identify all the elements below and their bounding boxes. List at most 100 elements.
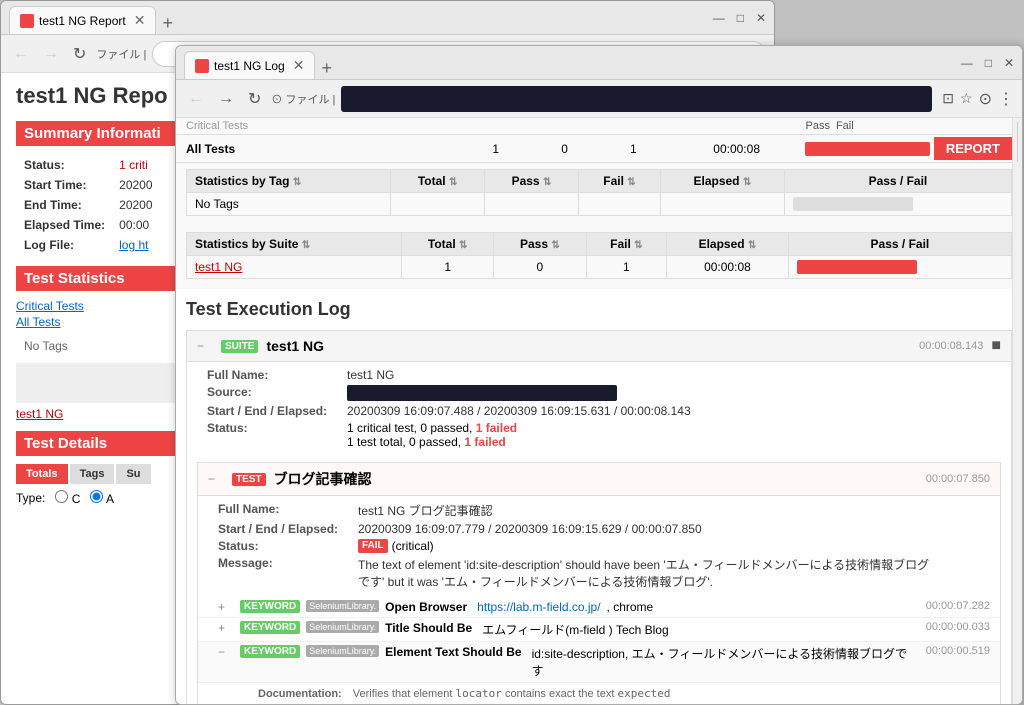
doc-label: Documentation: (258, 688, 342, 700)
source-row: Source: (207, 385, 1001, 401)
back-btn[interactable]: ← (9, 43, 33, 65)
win-controls-front: — □ ✕ (961, 56, 1014, 70)
log-file-label: Log File: (18, 236, 111, 254)
pass-label-header: Pass (805, 120, 829, 132)
suite-badge: SUITE (221, 340, 258, 353)
start-label: Start Time: (18, 176, 111, 194)
front-new-tab-btn[interactable]: + (321, 58, 332, 79)
nt-pf (784, 193, 1011, 216)
front-forward-btn[interactable]: → (214, 88, 238, 110)
test-full-name-value: test1 NG ブログ記事確認 (358, 502, 493, 519)
at-pf-bar (805, 142, 929, 156)
back-tab-title: test1 NG Report (39, 14, 126, 28)
suite-time: 00:00:08.143 (919, 340, 983, 352)
kw1-expand[interactable]: + (218, 621, 234, 635)
close-btn-back[interactable]: ✕ (756, 11, 766, 25)
back-tab-close[interactable]: ✕ (134, 12, 146, 29)
suite-link[interactable]: test1 NG (195, 260, 242, 274)
suite-pf-bar (797, 260, 917, 274)
kw0-expand[interactable]: + (218, 600, 234, 614)
maximize-btn-front[interactable]: □ (985, 56, 992, 70)
stats-by-tag-section: Statistics by Tag ⇅ Total ⇅ Pass ⇅ Fail … (176, 163, 1022, 226)
kw1-args: エムフィールド(m-field ) Tech Blog (482, 621, 668, 638)
test-status-row: Status: FAIL (critical) (218, 539, 990, 553)
front-tab-icon (195, 59, 209, 73)
minimize-btn-back[interactable]: — (713, 11, 725, 25)
url-bar-front[interactable] (341, 86, 932, 112)
tag-col-header: Statistics by Tag ⇅ (187, 170, 391, 193)
forward-btn[interactable]: → (39, 43, 63, 65)
nt-fail (579, 193, 661, 216)
front-title-bar: test1 NG Log ✕ + — □ ✕ (176, 46, 1022, 80)
suite-collapse-btn[interactable]: − (197, 339, 213, 353)
suites-tab[interactable]: Su (116, 464, 150, 484)
start-value: 20200 (113, 176, 158, 194)
front-tab[interactable]: test1 NG Log ✕ (184, 51, 315, 79)
suite-status-label: Status: (207, 421, 347, 449)
test-collapse-btn[interactable]: − (208, 472, 224, 486)
maximize-btn-back[interactable]: □ (737, 11, 744, 25)
menu-icon[interactable]: ⋮ (998, 89, 1014, 109)
suite-total-header: Total ⇅ (402, 233, 494, 256)
close-btn-front[interactable]: ✕ (1004, 56, 1014, 70)
nt-elapsed (660, 193, 784, 216)
kw2-expand[interactable]: − (218, 645, 234, 659)
type-critical-radio[interactable]: C (55, 490, 80, 506)
elapsed-label: Elapsed Time: (18, 216, 111, 234)
test-full-name-label: Full Name: (218, 502, 358, 519)
doc-code-locator: locator (456, 687, 502, 700)
suite-pass-header: Pass ⇅ (494, 233, 586, 256)
critical-tests-row: Critical Tests Pass Fail (176, 118, 1022, 135)
suite-block: − SUITE test1 NG 00:00:08.143 ■ Full Nam… (186, 330, 1012, 704)
front-refresh-btn[interactable]: ↻ (244, 87, 265, 111)
type-all-radio[interactable]: A (90, 490, 114, 506)
no-tags-cell: No Tags (187, 193, 391, 216)
kw1-name: Title Should Be (385, 621, 472, 635)
full-name-row: Full Name: test1 NG (207, 368, 1001, 382)
tag-elapsed-header: Elapsed ⇅ (660, 170, 784, 193)
report-button[interactable]: REPORT (934, 137, 1012, 160)
log-section: Test Execution Log − SUITE test1 NG 00:0… (176, 289, 1022, 704)
test-badge: TEST (232, 473, 266, 486)
scrollbar-thumb[interactable] (1017, 122, 1018, 162)
all-tests-label: All Tests (186, 142, 461, 156)
cast-icon[interactable]: ⊡ (942, 90, 954, 107)
front-back-btn[interactable]: ← (184, 88, 208, 110)
test-message-text: The text of element 'id:site-description… (358, 556, 938, 590)
tags-tab[interactable]: Tags (70, 464, 115, 484)
test-full-name-row: Full Name: test1 NG ブログ記事確認 (218, 502, 990, 519)
test-message-row: Message: The text of element 'id:site-de… (218, 556, 990, 590)
all-tests-summary-row: All Tests 1 0 1 00:00:08 REPORT (176, 135, 1022, 163)
suite-pass-cell: 0 (494, 256, 586, 279)
kw2-args: id:site-description, エム・フィールドメンバーによる技術情報… (532, 645, 912, 679)
new-tab-btn[interactable]: + (162, 13, 173, 34)
suite-pf-fail (797, 260, 917, 274)
test-header: − TEST ブログ記事確認 00:00:07.850 (198, 463, 1000, 496)
no-tags-row: No Tags (187, 193, 1012, 216)
totals-tab[interactable]: Totals (16, 464, 68, 484)
tag-total-header: Total ⇅ (391, 170, 485, 193)
profile-icon[interactable]: ⊙ (979, 89, 992, 109)
log-file-value[interactable]: log ht (113, 236, 158, 254)
doc-text: Verifies that element locator contains e… (353, 688, 671, 700)
front-browser-window: test1 NG Log ✕ + — □ ✕ ← → ↻ ⊙ ファイル | ⊡ … (175, 45, 1023, 705)
scrollbar[interactable] (1012, 118, 1022, 704)
at-elapsed: 00:00:08 (668, 142, 806, 156)
win-controls-back: — □ ✕ (713, 11, 766, 25)
test-message-label: Message: (218, 556, 358, 590)
star-icon[interactable]: ☆ (960, 90, 973, 107)
keyword-row-2: − KEYWORD SeleniumLibrary. Element Text … (198, 642, 1000, 683)
keyword-row-1: + KEYWORD SeleniumLibrary. Title Should … (198, 618, 1000, 642)
status-value: 1 criti (113, 156, 158, 174)
kw0-url[interactable]: https://lab.m-field.co.jp/ (477, 600, 600, 614)
front-tab-close[interactable]: ✕ (293, 57, 305, 74)
kw2-name: Element Text Should Be (385, 645, 521, 659)
front-tab-strip: test1 NG Log ✕ + (184, 46, 332, 79)
test-start-value: 20200309 16:09:07.779 / 20200309 16:09:1… (358, 522, 702, 536)
suite-status-dot: ■ (991, 337, 1001, 355)
minimize-btn-front[interactable]: — (961, 56, 973, 70)
start-time-row: Start Time: 20200 (18, 176, 159, 194)
kw0-link[interactable]: https://lab.m-field.co.jp/ (477, 600, 600, 614)
back-tab[interactable]: test1 NG Report ✕ (9, 6, 156, 34)
refresh-btn[interactable]: ↻ (69, 42, 90, 66)
